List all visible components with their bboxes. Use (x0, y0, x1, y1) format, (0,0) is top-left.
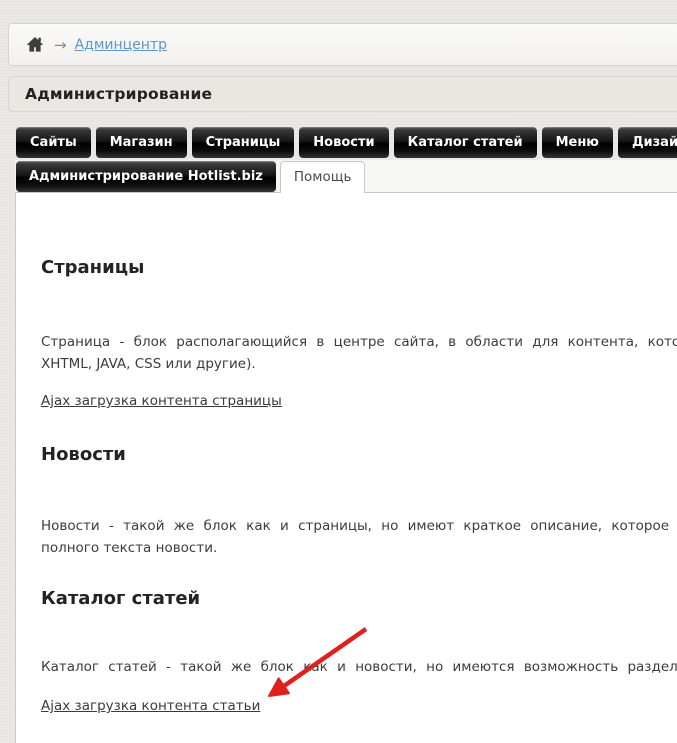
tab-help-active[interactable]: Помощь (280, 161, 366, 193)
tab-menu[interactable]: Меню (542, 127, 613, 158)
tab-shop[interactable]: Магазин (96, 127, 187, 158)
pages-description-line1: Страница - блок располагающийся в центре… (41, 331, 677, 353)
page-title: Администрирование (25, 85, 212, 103)
section-heading-news: Новости (41, 444, 677, 465)
tab-design[interactable]: Дизайн (618, 127, 677, 158)
tab-site-administration[interactable]: Администрирование Hotlist.biz (16, 161, 276, 192)
breadcrumb: → Админцентр (8, 23, 677, 66)
secondary-tabs: Администрирование Hotlist.biz Помощь (16, 161, 365, 193)
home-icon[interactable] (25, 35, 45, 54)
news-description-line1: Новости - такой же блок как и страницы, … (41, 515, 677, 537)
link-ajax-article-content[interactable]: Ajax загрузка контента статьи (41, 698, 260, 714)
catalog-description-line1: Каталог статей - такой же блок как и нов… (41, 656, 677, 678)
link-ajax-page-content[interactable]: Ajax загрузка контента страницы (41, 393, 282, 409)
tab-article-catalog[interactable]: Каталог статей (394, 127, 537, 158)
breadcrumb-link-admincenter[interactable]: Админцентр (75, 37, 167, 53)
page-title-bar: Администрирование (8, 76, 677, 112)
news-description-line2: полного текста новости. (41, 537, 677, 559)
section-heading-pages: Страницы (41, 257, 677, 278)
tab-news[interactable]: Новости (299, 127, 388, 158)
main-tabs: Сайты Магазин Страницы Новости Каталог с… (16, 127, 677, 158)
breadcrumb-separator: → (54, 36, 67, 54)
admin-page: → Админцентр Администрирование Сайты Маг… (0, 0, 677, 743)
section-heading-article-catalog: Каталог статей (41, 588, 677, 609)
tab-pages[interactable]: Страницы (192, 127, 295, 158)
content-panel: Страницы Страница - блок располагающийся… (15, 192, 677, 743)
pages-description-line2: XHTML, JAVA, CSS или другие). (41, 353, 677, 375)
tab-sites[interactable]: Сайты (16, 127, 91, 158)
